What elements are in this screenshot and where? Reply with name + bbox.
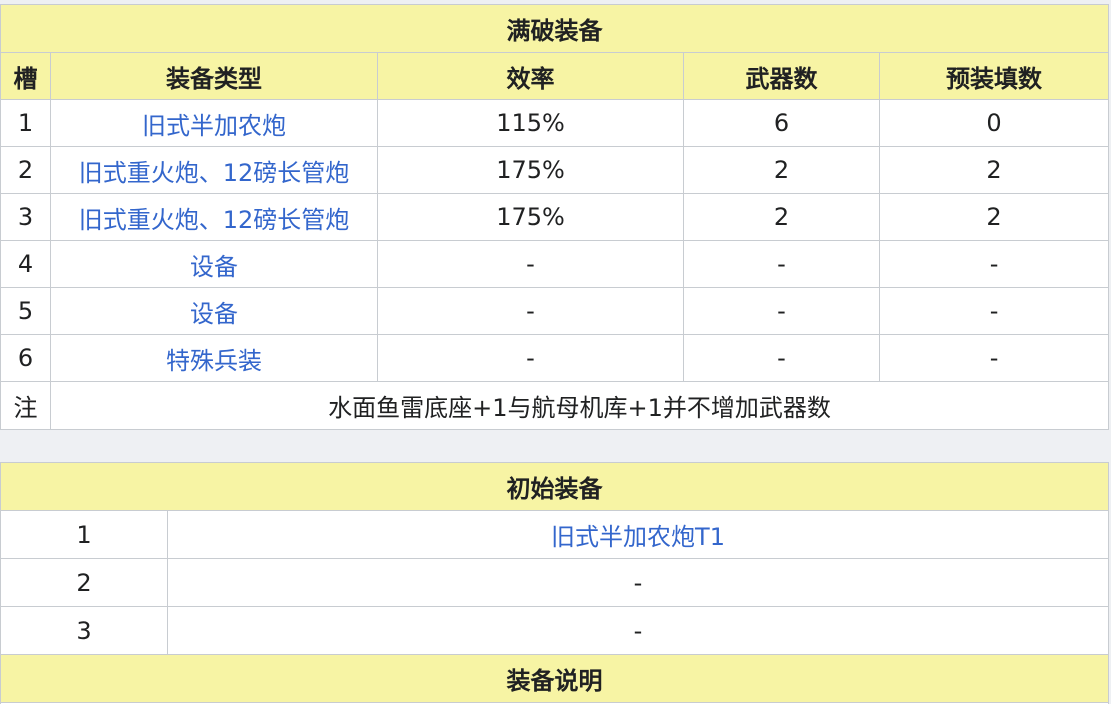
table-row: 4 设备 - - - bbox=[0, 240, 1110, 288]
header-equipment-type: 装备类型 bbox=[50, 52, 378, 100]
full-break-equipment-table: 满破装备 槽 装备类型 效率 武器数 预装填数 1 旧式半加农炮 115% 6 … bbox=[0, 4, 1110, 430]
weapon-count-cell: - bbox=[683, 334, 880, 382]
efficiency-cell: 115% bbox=[377, 99, 684, 147]
slot-cell: 2 bbox=[0, 146, 51, 194]
equipment-type-link[interactable]: 旧式重火炮、12磅长管炮 bbox=[50, 146, 378, 194]
table-row: 2 旧式重火炮、12磅长管炮 175% 2 2 bbox=[0, 146, 1110, 194]
preload-cell: 2 bbox=[878, 193, 1110, 241]
equipment-type-link[interactable]: 特殊兵装 bbox=[50, 334, 378, 382]
page: 满破装备 槽 装备类型 效率 武器数 预装填数 1 旧式半加农炮 115% 6 … bbox=[0, 0, 1111, 704]
efficiency-cell: - bbox=[377, 287, 684, 335]
slot-cell: 3 bbox=[0, 193, 51, 241]
table-row: 1 旧式半加农炮T1 bbox=[0, 510, 1109, 559]
equipment-type-link[interactable]: 旧式重火炮、12磅长管炮 bbox=[50, 193, 378, 241]
table-row: 5 设备 - - - bbox=[0, 287, 1110, 335]
slot-cell: 4 bbox=[0, 240, 51, 288]
header-slot: 槽 bbox=[0, 52, 51, 100]
efficiency-cell: 175% bbox=[377, 193, 684, 241]
table-row: 2 - bbox=[0, 558, 1109, 607]
note-row: 注 水面鱼雷底座+1与航母机库+1并不增加武器数 bbox=[0, 381, 1110, 430]
slot-cell: 1 bbox=[0, 510, 168, 559]
initial-equipment-cell: - bbox=[167, 606, 1109, 655]
preload-cell: 0 bbox=[878, 99, 1110, 147]
weapon-count-cell: - bbox=[683, 240, 880, 288]
equipment-type-link[interactable]: 旧式半加农炮 bbox=[50, 99, 378, 147]
weapon-count-cell: 2 bbox=[683, 193, 880, 241]
initial-equipment-cell: - bbox=[167, 558, 1109, 607]
initial-equipment-table: 初始装备 1 旧式半加农炮T1 2 - 3 - 装备说明 bbox=[0, 462, 1109, 704]
equipment-type-link[interactable]: 设备 bbox=[50, 240, 378, 288]
weapon-count-cell: 2 bbox=[683, 146, 880, 194]
header-efficiency: 效率 bbox=[377, 52, 684, 100]
preload-cell: - bbox=[878, 334, 1110, 382]
note-label: 注 bbox=[0, 381, 51, 430]
initial-equipment-link[interactable]: 旧式半加农炮T1 bbox=[167, 510, 1109, 559]
initial-equipment-title: 初始装备 bbox=[0, 462, 1109, 511]
table-row: 3 旧式重火炮、12磅长管炮 175% 2 2 bbox=[0, 193, 1110, 241]
equipment-description-title: 装备说明 bbox=[0, 654, 1109, 703]
efficiency-cell: - bbox=[377, 240, 684, 288]
weapon-count-cell: - bbox=[683, 287, 880, 335]
full-break-title: 满破装备 bbox=[0, 4, 1110, 53]
table-row: 1 旧式半加农炮 115% 6 0 bbox=[0, 99, 1110, 147]
header-preload-count: 预装填数 bbox=[878, 52, 1110, 100]
efficiency-cell: 175% bbox=[377, 146, 684, 194]
preload-cell: - bbox=[878, 287, 1110, 335]
slot-cell: 1 bbox=[0, 99, 51, 147]
equipment-type-link[interactable]: 设备 bbox=[50, 287, 378, 335]
header-weapon-count: 武器数 bbox=[683, 52, 880, 100]
slot-cell: 5 bbox=[0, 287, 51, 335]
weapon-count-cell: 6 bbox=[683, 99, 880, 147]
slot-cell: 2 bbox=[0, 558, 168, 607]
preload-cell: 2 bbox=[878, 146, 1110, 194]
table-row: 6 特殊兵装 - - - bbox=[0, 334, 1110, 382]
slot-cell: 3 bbox=[0, 606, 168, 655]
efficiency-cell: - bbox=[377, 334, 684, 382]
table-row: 3 - bbox=[0, 606, 1109, 655]
preload-cell: - bbox=[878, 240, 1110, 288]
note-text: 水面鱼雷底座+1与航母机库+1并不增加武器数 bbox=[49, 381, 1110, 430]
slot-cell: 6 bbox=[0, 334, 51, 382]
